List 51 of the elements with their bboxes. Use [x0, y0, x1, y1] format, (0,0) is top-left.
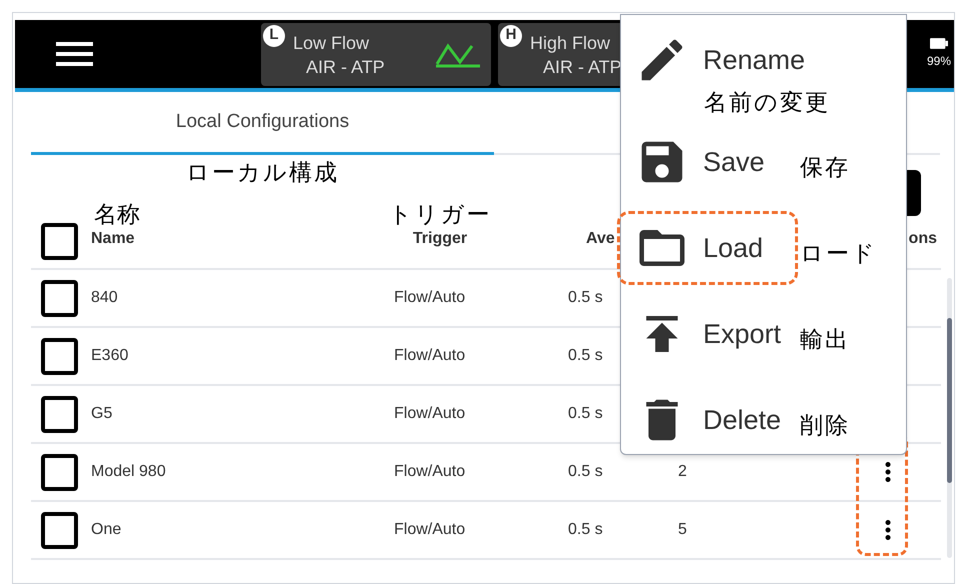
menu-item[interactable]: Load: [617, 211, 798, 285]
checkbox[interactable]: [41, 223, 78, 260]
trigger-cell-text: Flow/Auto: [393, 288, 466, 308]
name-cell-text: 840: [91, 288, 119, 308]
average-cell-text: 0.5 s: [567, 520, 604, 540]
menu-item[interactable]: Export: [617, 297, 798, 371]
checkbox[interactable]: [41, 454, 78, 490]
name-cell-text: G5: [91, 404, 114, 424]
checkbox[interactable]: [41, 396, 78, 432]
column-header: Ave: [586, 229, 615, 249]
menu-item[interactable]: Save: [617, 125, 798, 199]
scrollbar[interactable]: [947, 278, 952, 558]
sensor-gas: AIR - ATP: [306, 56, 385, 78]
trigger-cell-text: Flow/Auto: [393, 520, 466, 540]
checkbox[interactable]: [41, 512, 78, 548]
menu-annotation: ロード: [800, 238, 877, 268]
name-cell-text: One: [91, 520, 122, 540]
table-cell: 2: [678, 463, 687, 480]
checkbox[interactable]: [41, 338, 78, 374]
trigger-cell-text: Flow/Auto: [393, 346, 466, 366]
name-cell-text: E360: [91, 346, 130, 366]
average-cell-text: 0.5 s: [567, 462, 604, 482]
menu-annotation: 削除: [800, 410, 850, 440]
menu-item[interactable]: Delete: [617, 383, 798, 457]
sensor-badge: H: [500, 24, 522, 46]
battery-icon: [930, 38, 948, 49]
sensor-gas: AIR - ATP: [543, 56, 622, 78]
checkbox[interactable]: [41, 280, 78, 316]
column-annotation: 名称: [94, 201, 141, 227]
column-header: Trigger: [412, 229, 468, 249]
column-header: Name: [91, 229, 136, 249]
average-cell-text: 0.5 s: [567, 346, 604, 366]
tab-annotation: ローカル構成: [185, 158, 340, 187]
tab[interactable]: Local Configurations: [31, 92, 494, 155]
menu-annotation: 名前の変更: [704, 88, 831, 116]
menu-annotation: 保存: [800, 152, 850, 182]
column-header: ons: [908, 229, 937, 249]
sensor-badge: L: [263, 24, 285, 46]
menu-annotation: 輸出: [800, 324, 850, 354]
sensor-tile[interactable]: L Low Flow AIR - ATP: [261, 22, 491, 86]
sensor-name: High Flow: [530, 32, 612, 54]
average-cell-text: 0.5 s: [567, 404, 604, 424]
trigger-cell-text: Flow/Auto: [393, 404, 466, 424]
sensor-name: Low Flow: [293, 32, 370, 54]
battery-level: 99%: [926, 53, 951, 70]
trigger-cell-text: Flow/Auto: [393, 462, 466, 482]
column-annotation: トリガー: [388, 201, 492, 227]
table-cell: 5: [678, 521, 687, 538]
menu-icon[interactable]: [56, 42, 93, 66]
average-cell-text: 0.5 s: [567, 288, 604, 308]
name-cell-text: Model 980: [91, 462, 167, 482]
